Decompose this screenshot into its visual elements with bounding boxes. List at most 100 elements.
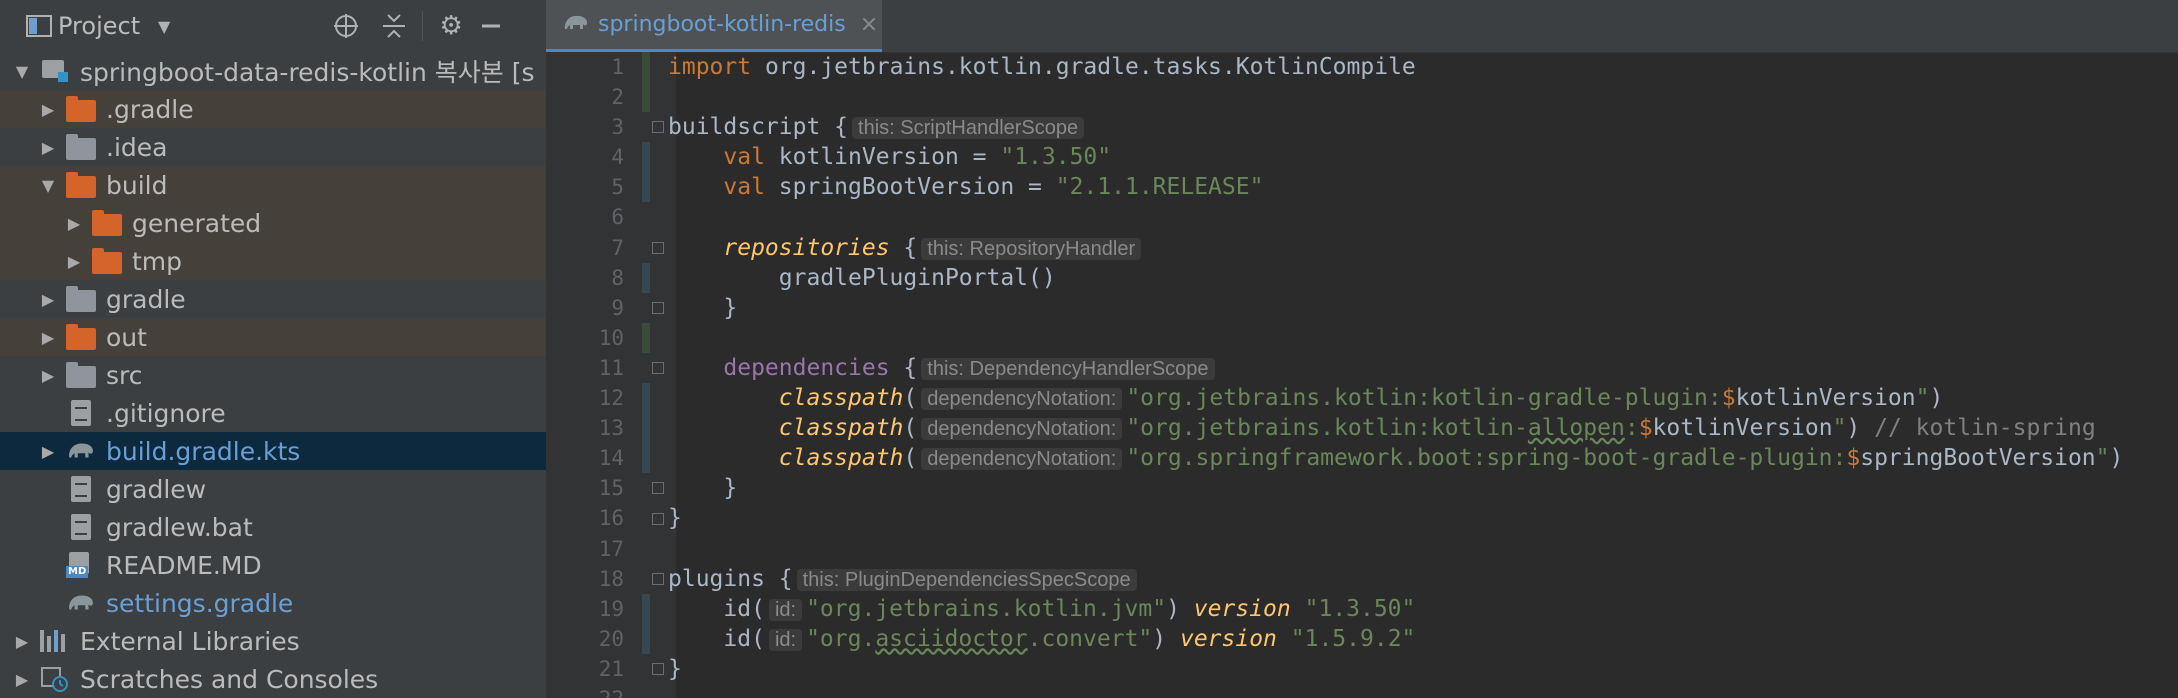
tree-item[interactable]: ▶ out [0,318,546,356]
tree-item[interactable]: ▶ gradle [0,280,546,318]
code-line[interactable]: repositories {this: RepositoryHandler [668,233,2178,263]
parameter-hint: id: [768,628,803,651]
vcs-change-marker [642,593,650,654]
collapse-arrow-icon[interactable]: ▶ [12,632,32,651]
code-token: $ [1638,415,1653,442]
collapse-arrow-icon[interactable]: ▶ [38,328,58,347]
tree-item-label: src [106,360,143,390]
locate-icon[interactable] [326,6,366,46]
tree-item[interactable]: .gitignore [0,394,546,432]
fold-marker-icon[interactable] [652,482,664,495]
tree-item-label: generated [132,208,262,238]
code-token: id( [668,625,765,652]
tree-item[interactable]: ▼ springboot-data-redis-kotlin 복사본 [s [0,52,546,90]
tree-item[interactable]: ▶ tmp [0,242,546,280]
code-line[interactable]: gradlePluginPortal() [668,263,2178,293]
fold-marker-icon[interactable] [652,572,664,585]
collapse-arrow-icon[interactable]: ▶ [38,290,58,309]
code-line[interactable]: buildscript {this: ScriptHandlerScope [668,112,2178,142]
tree-item-label: out [106,322,147,352]
code-line[interactable]: classpath(dependencyNotation: "org.spring… [668,443,2178,473]
code-line[interactable]: import org.jetbrains.kotlin.gradle.tasks… [668,52,2178,82]
collapse-arrow-icon[interactable]: ▶ [12,670,32,689]
tree-item[interactable]: settings.gradle [0,584,546,622]
tree-item[interactable]: ▶ src [0,356,546,394]
collapse-arrow-icon[interactable]: ▶ [64,252,84,271]
tree-item[interactable]: ▶ .idea [0,128,546,166]
code-line[interactable]: classpath(dependencyNotation: "org.jetbra… [668,413,2178,443]
tree-item[interactable]: MD README.MD [0,546,546,584]
file-icon [66,514,98,540]
close-icon[interactable]: × [860,12,878,37]
code-content[interactable]: import org.jetbrains.kotlin.gradle.tasks… [668,52,2178,698]
fold-marker-icon[interactable] [652,121,664,134]
vcs-change-marker [642,383,650,474]
collapse-arrow-icon[interactable]: ▶ [38,366,58,385]
line-number: 19 [598,596,624,621]
expand-arrow-icon[interactable]: ▼ [38,176,58,195]
line-number: 18 [598,566,624,591]
fold-marker-icon[interactable] [652,512,664,525]
code-line[interactable]: id(id: "org.jetbrains.kotlin.jvm") versio… [668,594,2178,624]
code-line[interactable]: ​ [668,202,2178,232]
code-line[interactable]: classpath(dependencyNotation: "org.jetbra… [668,383,2178,413]
code-token: val [723,174,765,201]
project-title[interactable]: Project [58,12,140,40]
chevron-down-icon[interactable]: ▼ [144,6,184,46]
gradle-elephant-icon [562,11,590,39]
editor-tab-bar: springboot-kotlin-redis × [546,0,2178,53]
code-line[interactable]: id(id: "org.asciidoctor.convert") version… [668,624,2178,654]
code-token: { [889,234,918,261]
tree-item-label: tmp [132,246,183,276]
code-token: "org.springframework.boot:spring-boot-gr… [1126,445,1847,472]
code-line[interactable]: dependencies {this: DependencyHandlerSco… [668,353,2178,383]
code-line[interactable]: val springBootVersion = "2.1.1.RELEASE" [668,172,2178,202]
tree-item-label: .gradle [106,94,194,124]
code-line[interactable]: plugins {this: PluginDependenciesSpecSco… [668,564,2178,594]
minimize-icon[interactable] [471,6,511,46]
tree-item[interactable]: ▼ build [0,166,546,204]
toolbar-divider [422,11,424,41]
code-token: ) [1166,595,1194,622]
code-token: springBootVersion = [764,174,1056,201]
tree-item[interactable]: ▶ .gradle [0,90,546,128]
collapse-arrow-icon[interactable]: ▶ [64,214,84,233]
code-token: ( [903,415,918,442]
tree-item[interactable]: ▶ Scratches and Consoles [0,660,546,698]
fold-marker-icon[interactable] [652,301,664,314]
collapse-arrow-icon[interactable]: ▶ [38,138,58,157]
tree-item[interactable]: ▶ build.gradle.kts [0,432,546,470]
tree-item[interactable]: gradlew.bat [0,508,546,546]
code-line[interactable]: } [668,293,2178,323]
collapse-arrow-icon[interactable]: ▶ [38,100,58,119]
code-token: kotlinVersion = [764,144,1001,171]
gear-icon[interactable]: ⚙ [431,6,471,46]
fold-marker-icon[interactable] [652,362,664,374]
collapse-arrow-icon[interactable]: ▶ [38,442,58,461]
code-token: } [668,505,682,532]
code-line[interactable]: ​ [668,323,2178,353]
file-shape [71,476,91,502]
code-line[interactable]: } [668,654,2178,684]
code-line[interactable]: } [668,503,2178,533]
code-token: { [889,354,918,381]
expand-arrow-icon[interactable]: ▼ [12,62,32,81]
editor-tab[interactable]: springboot-kotlin-redis × [546,0,882,52]
parameter-hint: this: PluginDependenciesSpecScope [796,568,1137,591]
code-editor[interactable]: 12345678910111213141516171819202122 impo… [546,52,2178,698]
code-token: "1.5.9.2" [1290,625,1416,652]
tree-item[interactable]: gradlew [0,470,546,508]
code-line[interactable]: ​ [668,684,2178,698]
code-line[interactable]: val kotlinVersion = "1.3.50" [668,142,2178,172]
code-line[interactable]: ​ [668,82,2178,112]
code-line[interactable]: ​ [668,534,2178,564]
line-number: 10 [598,325,624,350]
fold-marker-icon[interactable] [652,241,664,254]
tree-item[interactable]: ▶ External Libraries [0,622,546,660]
collapse-icon[interactable] [374,6,414,46]
line-number: 14 [598,446,624,471]
tree-item[interactable]: ▶ generated [0,204,546,242]
code-token: "org.jetbrains.kotlin:kotlin- [1126,415,1528,442]
code-line[interactable]: } [668,473,2178,503]
fold-marker-icon[interactable] [652,663,664,675]
